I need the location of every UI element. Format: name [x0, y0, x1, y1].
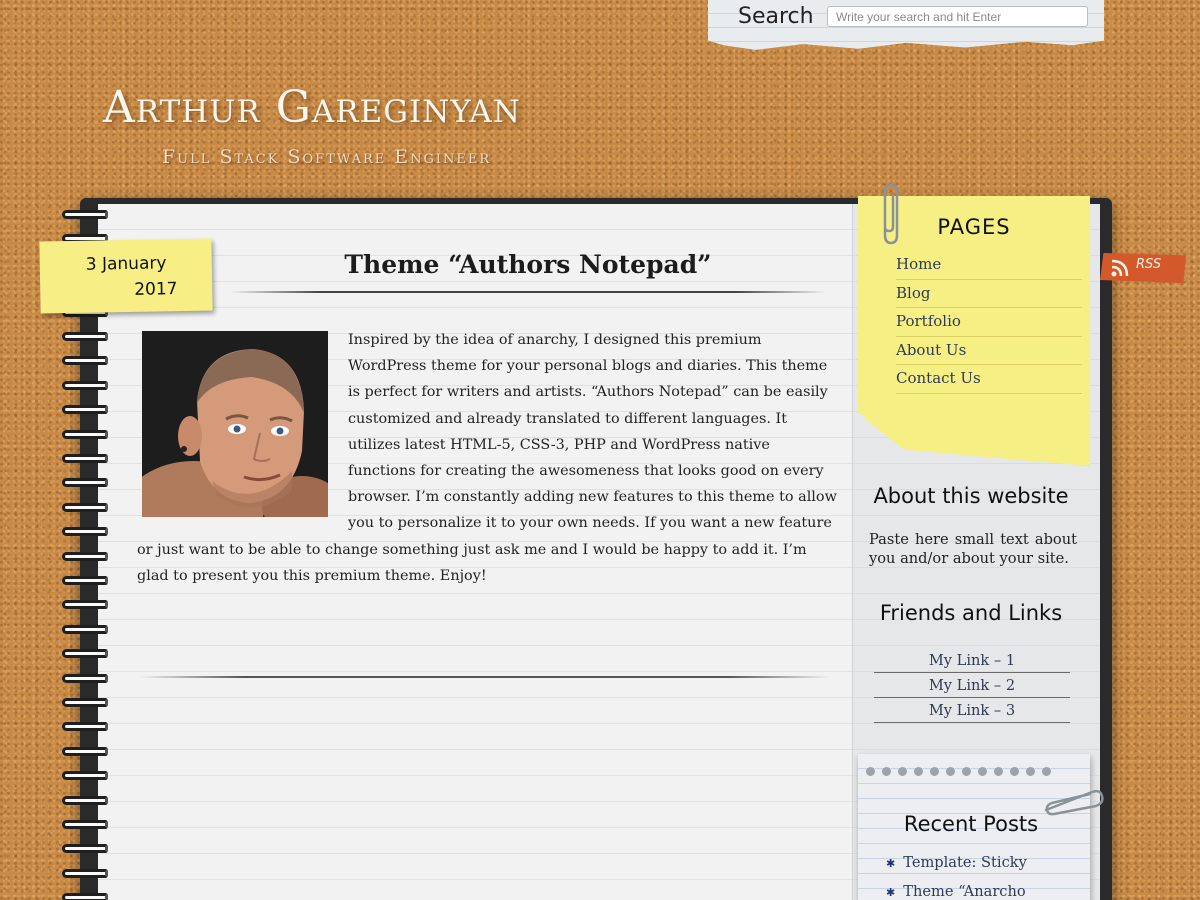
recent-post-item-1[interactable]: ✱ Template: Sticky	[886, 850, 1086, 879]
spiral-ring	[62, 624, 108, 634]
spiral-ring	[62, 576, 108, 585]
spiral-ring	[62, 844, 108, 854]
post-date-note: 3 January 2017	[39, 238, 213, 314]
recent-post-label: Theme “Anarcho	[903, 883, 1026, 900]
spiral-ring	[62, 722, 108, 732]
spiral-ring	[62, 332, 108, 341]
recent-posts-widget-title: Recent Posts	[903, 812, 1039, 836]
spiral-ring	[62, 551, 108, 561]
links-widget-title: Friends and Links	[879, 601, 1063, 625]
pages-menu-item-home[interactable]: Home	[896, 251, 1082, 280]
link-item-2[interactable]: My Link – 2	[874, 673, 1070, 698]
link-item-1[interactable]: My Link – 1	[874, 648, 1070, 673]
spiral-ring	[62, 454, 108, 463]
spiral-ring	[62, 527, 108, 537]
bullet-icon: ✱	[886, 857, 896, 870]
spiral-ring	[62, 868, 108, 878]
spiral-ring	[62, 356, 108, 366]
pages-widget-title: PAGES	[937, 215, 1011, 239]
recent-posts-list: ✱ Template: Sticky ✱ Theme “Anarcho	[886, 850, 1086, 900]
rss-icon	[1111, 259, 1129, 277]
recent-post-label: Template: Sticky	[903, 854, 1027, 871]
spiral-ring	[62, 649, 108, 659]
spiral-ring	[62, 210, 108, 219]
spiral-ring	[62, 600, 108, 610]
spiral-ring	[62, 698, 108, 707]
spiral-ring	[62, 478, 108, 488]
site-title[interactable]: Arthur Gareginyan	[103, 82, 521, 133]
spiral-ring	[62, 429, 108, 439]
rss-label[interactable]: RSS	[1136, 257, 1161, 272]
paper-holes	[866, 761, 1076, 777]
post-end-divider	[140, 676, 830, 678]
link-item-3[interactable]: My Link – 3	[874, 698, 1070, 723]
spiral-ring	[62, 502, 108, 512]
post-title[interactable]: Theme “Authors Notepad”	[230, 250, 826, 279]
spiral-ring	[62, 795, 108, 805]
spiral-ring	[62, 746, 108, 756]
spiral-ring	[62, 380, 108, 390]
spiral-ring	[62, 673, 108, 683]
recent-post-item-2[interactable]: ✱ Theme “Anarcho	[886, 879, 1086, 900]
post-content: Inspired by the idea of anarchy, I desig…	[137, 327, 837, 589]
spiral-ring	[62, 405, 108, 415]
spiral-ring	[62, 893, 108, 900]
pages-menu-item-portfolio[interactable]: Portfolio	[896, 308, 1082, 337]
spiral-ring	[62, 771, 108, 781]
search-label: Search	[738, 4, 814, 29]
about-widget-text: Paste here small text about you and/or a…	[869, 531, 1077, 567]
pages-menu-item-blog[interactable]: Blog	[896, 280, 1082, 308]
bullet-icon: ✱	[886, 886, 896, 899]
title-divider	[230, 291, 826, 293]
links-list: My Link – 1 My Link – 2 My Link – 3	[874, 648, 1070, 723]
site-tagline: Full Stack Software Engineer	[162, 146, 492, 168]
about-widget-title: About this website	[873, 484, 1069, 508]
pages-menu-item-about-us[interactable]: About Us	[896, 337, 1082, 365]
post-date-year: 2017	[134, 279, 178, 300]
spiral-ring	[62, 820, 108, 829]
post-date-day: 3 January	[85, 253, 167, 275]
pages-menu: Home Blog Portfolio About Us Contact Us	[896, 251, 1082, 394]
search-input[interactable]	[827, 6, 1088, 27]
pages-menu-item-contact-us[interactable]: Contact Us	[896, 365, 1082, 394]
